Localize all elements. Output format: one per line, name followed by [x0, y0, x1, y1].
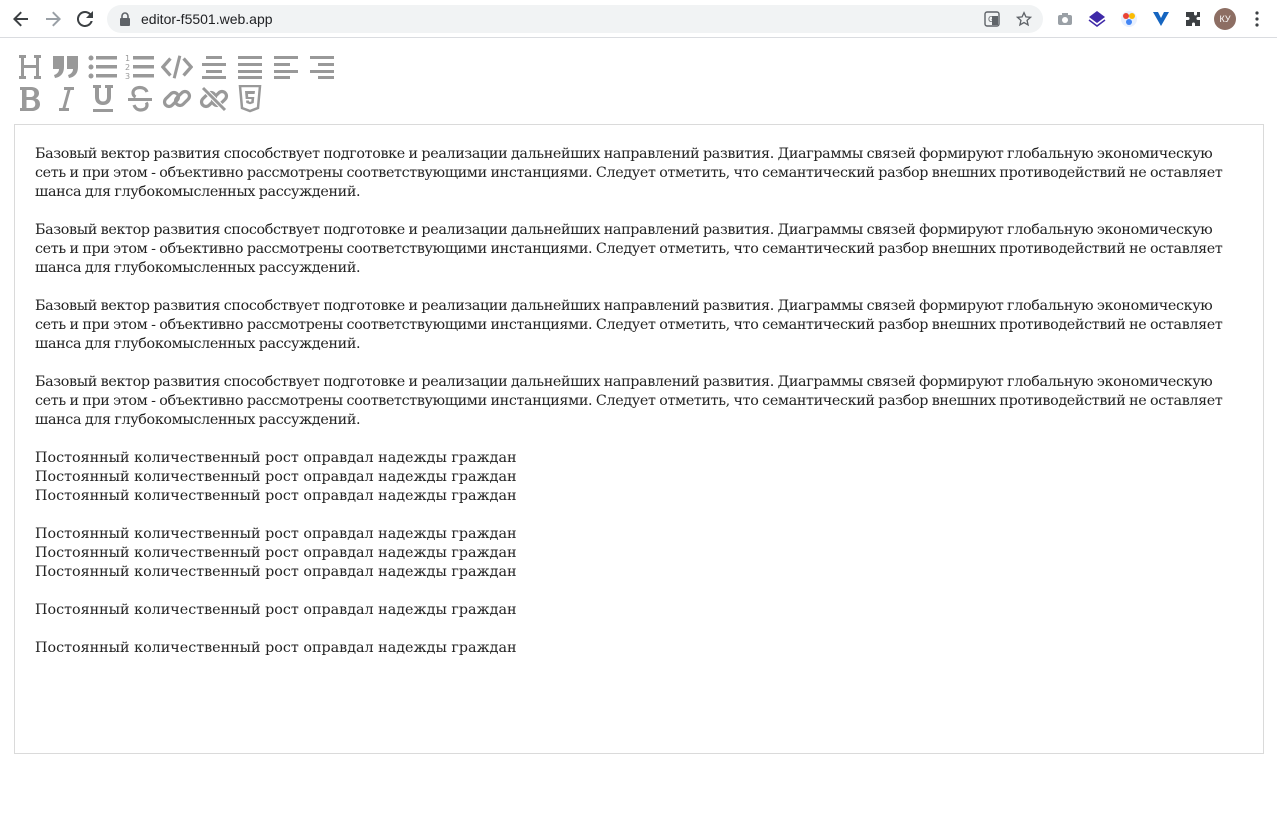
align-justify-button[interactable]	[234, 51, 266, 83]
align-right-icon	[310, 56, 334, 79]
editor-content-area[interactable]: Базовый вектор развития способствует под…	[14, 124, 1264, 754]
svg-text:3: 3	[125, 72, 130, 81]
editor-line[interactable]: Постоянный количественный рост оправдал …	[35, 563, 1243, 582]
italic-icon	[59, 87, 74, 111]
align-center-icon	[202, 56, 226, 79]
back-button[interactable]	[6, 4, 36, 34]
editor-line[interactable]: Постоянный количественный рост оправдал …	[35, 639, 1243, 658]
unlink-icon	[199, 85, 229, 113]
vue-devtools-extension-icon[interactable]	[1151, 9, 1171, 29]
reload-button[interactable]	[70, 4, 100, 34]
editor-line[interactable]: Постоянный количественный рост оправдал …	[35, 544, 1243, 563]
underline-button[interactable]	[87, 83, 119, 115]
layers-extension-icon[interactable]	[1087, 9, 1107, 29]
reload-icon	[77, 11, 93, 27]
editor-line-block[interactable]: Постоянный количественный рост оправдал …	[35, 525, 1243, 582]
editor-line[interactable]: Постоянный количественный рост оправдал …	[35, 487, 1243, 506]
svg-text:2: 2	[125, 63, 130, 72]
html-source-button[interactable]	[234, 83, 266, 115]
svg-text:1: 1	[125, 54, 130, 63]
editor-line[interactable]: Постоянный количественный рост оправдал …	[35, 468, 1243, 487]
heading-button[interactable]	[14, 51, 46, 83]
bullet-list-button[interactable]	[87, 51, 119, 83]
code-button[interactable]	[161, 51, 193, 83]
camera-extension-icon[interactable]	[1055, 9, 1075, 29]
editor-line[interactable]: Постоянный количественный рост оправдал …	[35, 449, 1243, 468]
forward-button[interactable]	[38, 4, 68, 34]
bold-button[interactable]	[14, 83, 46, 115]
unlink-button[interactable]	[198, 83, 230, 115]
html5-icon	[238, 85, 262, 113]
back-arrow-icon	[13, 11, 28, 27]
quote-icon	[53, 56, 78, 78]
align-left-icon	[274, 56, 298, 79]
editor-paragraph[interactable]: Базовый вектор развития способствует под…	[35, 221, 1243, 278]
bold-icon	[20, 87, 40, 111]
bookmark-star-icon[interactable]	[1015, 10, 1033, 28]
code-icon	[161, 55, 193, 79]
align-justify-icon	[238, 56, 262, 79]
blockquote-button[interactable]	[50, 51, 82, 83]
underline-icon	[93, 85, 113, 112]
translate-icon[interactable]: G	[983, 10, 1001, 28]
link-button[interactable]	[161, 83, 193, 115]
numbered-list-icon: 123	[125, 54, 154, 81]
italic-button[interactable]	[50, 83, 82, 115]
editor-line-block[interactable]: Постоянный количественный рост оправдал …	[35, 639, 1243, 658]
strikethrough-icon	[128, 85, 152, 112]
color-picker-extension-icon[interactable]	[1119, 9, 1139, 29]
browser-menu-icon[interactable]	[1247, 9, 1267, 29]
editor-line[interactable]: Постоянный количественный рост оправдал …	[35, 525, 1243, 544]
editor-paragraph[interactable]: Базовый вектор развития способствует под…	[35, 373, 1243, 430]
editor-line-block[interactable]: Постоянный количественный рост оправдал …	[35, 449, 1243, 506]
link-icon	[162, 89, 192, 109]
avatar[interactable]: КУ	[1214, 8, 1236, 30]
address-bar[interactable]: editor-f5501.web.app G	[107, 5, 1043, 33]
editor-line[interactable]: Постоянный количественный рост оправдал …	[35, 601, 1243, 620]
forward-arrow-icon	[46, 11, 61, 27]
align-right-button[interactable]	[306, 51, 338, 83]
align-left-button[interactable]	[270, 51, 302, 83]
bullet-list-icon	[88, 55, 117, 79]
strikethrough-button[interactable]	[124, 83, 156, 115]
editor-line-block[interactable]: Постоянный количественный рост оправдал …	[35, 601, 1243, 620]
heading-icon	[19, 55, 41, 79]
editor-paragraph[interactable]: Базовый вектор развития способствует под…	[35, 145, 1243, 202]
lock-icon[interactable]	[116, 10, 134, 28]
numbered-list-button[interactable]: 123	[124, 51, 156, 83]
editor-paragraph[interactable]: Базовый вектор развития способствует под…	[35, 297, 1243, 354]
browser-toolbar: editor-f5501.web.app G КУ	[0, 0, 1277, 38]
url-text[interactable]: editor-f5501.web.app	[141, 11, 273, 27]
extensions-puzzle-icon[interactable]	[1183, 9, 1203, 29]
align-center-button[interactable]	[198, 51, 230, 83]
